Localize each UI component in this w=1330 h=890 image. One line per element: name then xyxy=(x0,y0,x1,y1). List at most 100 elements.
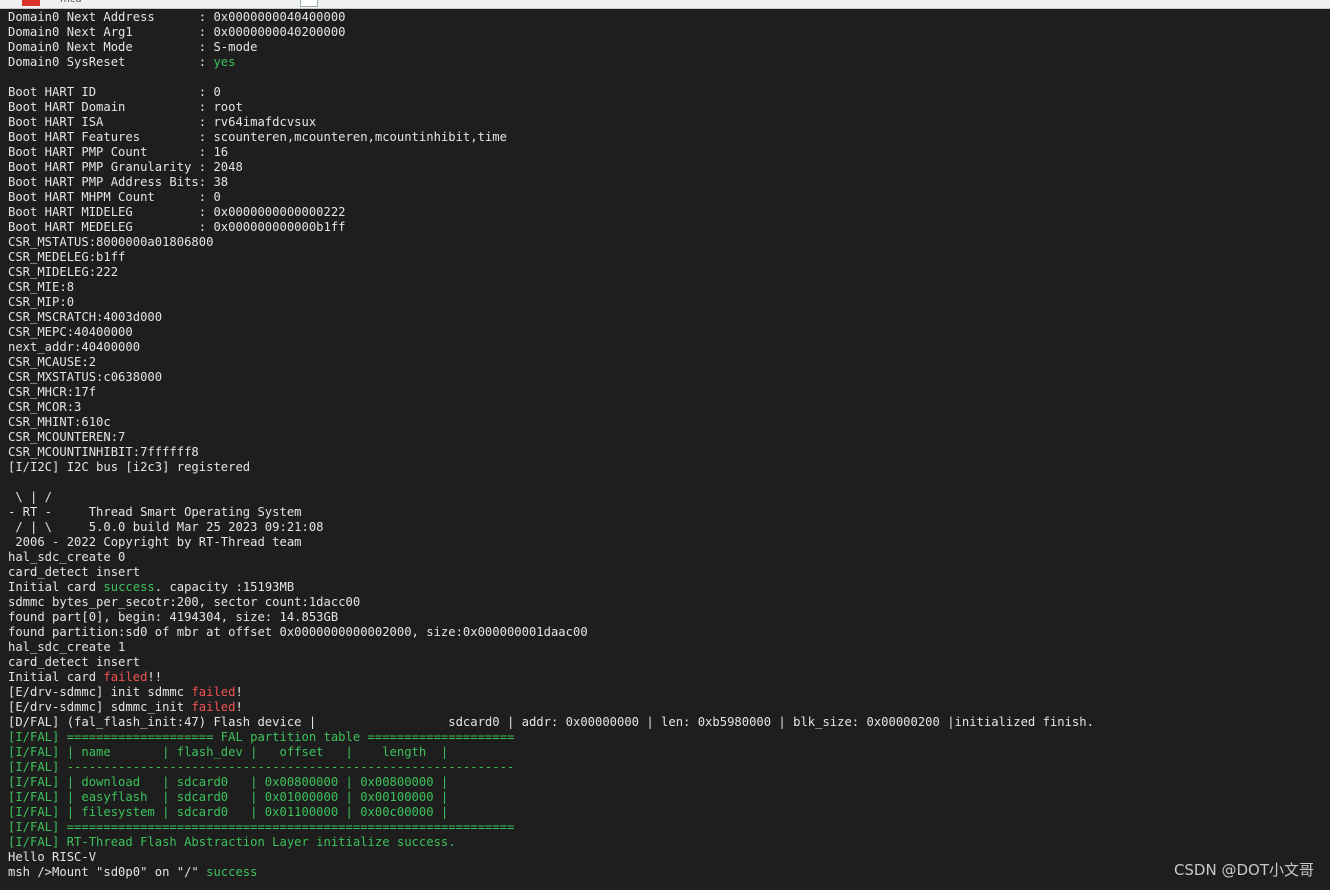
watermark: CSDN @DOT小文哥 xyxy=(1173,861,1314,879)
terminal-text: 2006 - 2022 Copyright by RT-Thread team xyxy=(8,535,302,549)
terminal-text: CSR_MIE:8 xyxy=(8,280,75,294)
terminal-line: CSR_MIDELEG:222 xyxy=(8,265,1326,280)
status-text-green: [I/FAL] --------------------------------… xyxy=(8,760,515,774)
terminal-line: CSR_MSCRATCH:4003d000 xyxy=(8,310,1326,325)
terminal-text: CSR_MCAUSE:2 xyxy=(8,355,97,369)
terminal-text: sdmmc bytes_per_secotr:200, sector count… xyxy=(8,595,361,609)
terminal-text: CSR_MEPC:40400000 xyxy=(8,325,133,339)
status-text-red: failed xyxy=(103,670,148,684)
terminal-text: card_detect insert xyxy=(8,565,141,579)
terminal-text: Domain0 SysReset : xyxy=(8,55,214,69)
terminal-line: Boot HART PMP Address Bits: 38 xyxy=(8,175,1326,190)
terminal-text: Boot HART MEDELEG : 0x000000000000b1ff xyxy=(8,220,346,234)
terminal-line: CSR_MHINT:610c xyxy=(8,415,1326,430)
terminal-text: hal_sdc_create 0 xyxy=(8,550,126,564)
terminal-text: CSR_MCOUNTINHIBIT:7ffffff8 xyxy=(8,445,199,459)
terminal-line: - RT - Thread Smart Operating System xyxy=(8,505,1326,520)
terminal-text: CSR_MHINT:610c xyxy=(8,415,111,429)
terminal-line: Boot HART MEDELEG : 0x000000000000b1ff xyxy=(8,220,1326,235)
status-text-red: failed xyxy=(191,685,236,699)
terminal-text: Domain0 Next Address : 0x000000004040000… xyxy=(8,10,346,24)
terminal-text: CSR_MXSTATUS:c0638000 xyxy=(8,370,163,384)
status-text-green: [I/FAL] | filesystem | sdcard0 | 0x01100… xyxy=(8,805,449,819)
terminal-text: Boot HART MHPM Count : 0 xyxy=(8,190,221,204)
terminal-text: / | \ 5.0.0 build Mar 25 2023 09:21:08 xyxy=(8,520,324,534)
status-text-green: yes xyxy=(213,55,236,69)
terminal-text: Boot HART ISA : rv64imafdcvsux xyxy=(8,115,317,129)
new-tab-icon[interactable] xyxy=(300,0,318,7)
terminal-text: \ | / xyxy=(8,490,53,504)
terminal-line: [I/FAL] --------------------------------… xyxy=(8,760,1326,775)
terminal-line: [I/FAL] | easyflash | sdcard0 | 0x010000… xyxy=(8,790,1326,805)
terminal-line: Domain0 Next Arg1 : 0x0000000040200000 xyxy=(8,25,1326,40)
terminal-line: Domain0 Next Address : 0x000000004040000… xyxy=(8,10,1326,25)
terminal-text: Boot HART Domain : root xyxy=(8,100,243,114)
terminal-text: hal_sdc_create 1 xyxy=(8,640,126,654)
terminal-line: Hello RISC-V xyxy=(8,850,1326,865)
terminal-line: CSR_MHCR:17f xyxy=(8,385,1326,400)
tab-label[interactable]: mcu xyxy=(60,0,130,5)
terminal-line: found partition:sd0 of mbr at offset 0x0… xyxy=(8,625,1326,640)
terminal-text: - RT - Thread Smart Operating System xyxy=(8,505,302,519)
terminal-text: Boot HART Features : scounteren,mcounter… xyxy=(8,130,507,144)
terminal-line: msh />Mount "sd0p0" on "/" success xyxy=(8,865,1326,880)
terminal-line: Boot HART Domain : root xyxy=(8,100,1326,115)
terminal-line: CSR_MXSTATUS:c0638000 xyxy=(8,370,1326,385)
terminal-text: CSR_MSCRATCH:4003d000 xyxy=(8,310,163,324)
terminal-line: CSR_MIP:0 xyxy=(8,295,1326,310)
terminal-line: [I/FAL] | name | flash_dev | offset | le… xyxy=(8,745,1326,760)
status-text-green: [I/FAL] | download | sdcard0 | 0x0080000… xyxy=(8,775,449,789)
terminal-text: card_detect insert xyxy=(8,655,141,669)
terminal-line: Boot HART MHPM Count : 0 xyxy=(8,190,1326,205)
terminal-line: / | \ 5.0.0 build Mar 25 2023 09:21:08 xyxy=(8,520,1326,535)
terminal-line: hal_sdc_create 0 xyxy=(8,550,1326,565)
terminal-line: found part[0], begin: 4194304, size: 14.… xyxy=(8,610,1326,625)
terminal-line: Domain0 Next Mode : S-mode xyxy=(8,40,1326,55)
terminal-text: [E/drv-sdmmc] init sdmmc xyxy=(8,685,192,699)
terminal-line: [I/FAL] ================================… xyxy=(8,820,1326,835)
status-text-green: [I/FAL] ================================… xyxy=(8,820,515,834)
terminal-line: CSR_MCAUSE:2 xyxy=(8,355,1326,370)
terminal-line: [I/FAL] RT-Thread Flash Abstraction Laye… xyxy=(8,835,1326,850)
terminal-text: ! xyxy=(235,685,243,699)
terminal-line: sdmmc bytes_per_secotr:200, sector count… xyxy=(8,595,1326,610)
terminal-text: Domain0 Next Arg1 : 0x0000000040200000 xyxy=(8,25,346,39)
terminal-line: Boot HART Features : scounteren,mcounter… xyxy=(8,130,1326,145)
terminal-line: hal_sdc_create 1 xyxy=(8,640,1326,655)
terminal-text: Boot HART ID : 0 xyxy=(8,85,221,99)
terminal-text: Boot HART PMP Granularity : 2048 xyxy=(8,160,243,174)
terminal-line: [D/FAL] (fal_flash_init:47) Flash device… xyxy=(8,715,1326,730)
status-text-green: [I/FAL] | easyflash | sdcard0 | 0x010000… xyxy=(8,790,449,804)
terminal-line: [E/drv-sdmmc] init sdmmc failed! xyxy=(8,685,1326,700)
terminal-text: Hello RISC-V xyxy=(8,850,97,864)
terminal-text: CSR_MCOR:3 xyxy=(8,400,82,414)
terminal-line: [I/FAL] ==================== FAL partiti… xyxy=(8,730,1326,745)
status-text-green: [I/FAL] | name | flash_dev | offset | le… xyxy=(8,745,449,759)
status-text-red: failed xyxy=(191,700,236,714)
terminal-text: [E/drv-sdmmc] sdmmc_init xyxy=(8,700,192,714)
terminal-output[interactable]: Domain0 Next Address : 0x000000004040000… xyxy=(8,10,1326,888)
app-icon[interactable] xyxy=(22,0,40,6)
terminal-line: [I/FAL] | download | sdcard0 | 0x0080000… xyxy=(8,775,1326,790)
status-text-green: success xyxy=(206,865,258,879)
terminal-line: [I/FAL] | filesystem | sdcard0 | 0x01100… xyxy=(8,805,1326,820)
terminal-text: CSR_MCOUNTEREN:7 xyxy=(8,430,126,444)
terminal-text: Initial card xyxy=(8,670,104,684)
status-text-green: success xyxy=(103,580,155,594)
terminal-text: [I/I2C] I2C bus [i2c3] registered xyxy=(8,460,251,474)
terminal-text: msh />Mount "sd0p0" on "/" xyxy=(8,865,207,879)
terminal-text: CSR_MIDELEG:222 xyxy=(8,265,119,279)
terminal-text: CSR_MIP:0 xyxy=(8,295,75,309)
terminal-line: CSR_MCOUNTINHIBIT:7ffffff8 xyxy=(8,445,1326,460)
terminal-text: found part[0], begin: 4194304, size: 14.… xyxy=(8,610,339,624)
terminal-line: Boot HART ID : 0 xyxy=(8,85,1326,100)
terminal-text: next_addr:40400000 xyxy=(8,340,141,354)
terminal-text: CSR_MEDELEG:b1ff xyxy=(8,250,126,264)
terminal-text: CSR_MHCR:17f xyxy=(8,385,97,399)
status-text-green: [I/FAL] ==================== FAL partiti… xyxy=(8,730,515,744)
status-text-green: [I/FAL] RT-Thread Flash Abstraction Laye… xyxy=(8,835,456,849)
terminal-line: CSR_MEDELEG:b1ff xyxy=(8,250,1326,265)
terminal-line: Boot HART MIDELEG : 0x0000000000000222 xyxy=(8,205,1326,220)
browser-tab-strip: mcu xyxy=(0,0,1330,9)
terminal-text: !! xyxy=(147,670,163,684)
